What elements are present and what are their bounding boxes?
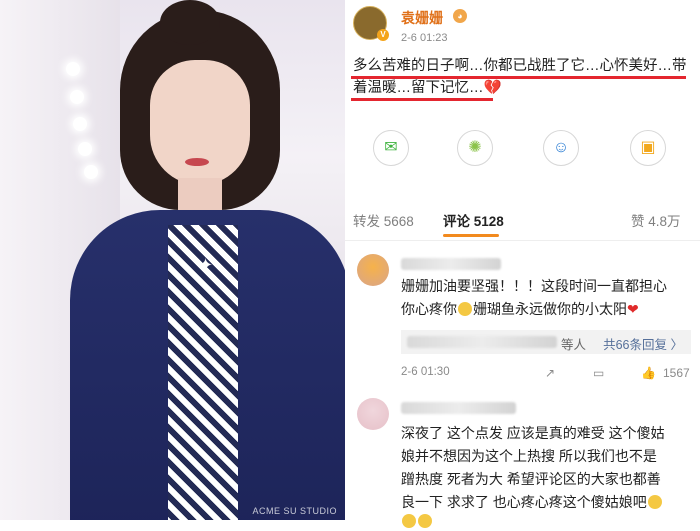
heart-icon: ❤ [627, 301, 639, 317]
photo-watermark: ACME SU STUDIO [252, 506, 337, 516]
photo-hair-bun [160, 0, 220, 45]
emoji-row [401, 513, 433, 531]
wechat-icon[interactable]: ✉ [373, 130, 409, 166]
cry-emoji-icon [647, 495, 662, 509]
photo-lips [185, 158, 209, 166]
photo-pendant: ✦ [198, 255, 214, 275]
photo-light [70, 90, 84, 104]
emoji-icon [418, 514, 432, 528]
comment-text: 深夜了 这个点发 应该是真的难受 这个傻姑 娘并不想因为这个上热搜 所以我们也不… [401, 422, 696, 514]
comment-line: 娘并不想因为这个上热搜 所以我们也不是 [401, 448, 657, 464]
photo-face [150, 60, 250, 185]
tab-repost[interactable]: 转发 5668 [353, 210, 414, 230]
share-icon[interactable]: ↗ [545, 366, 555, 380]
comment-line: 姗姗加油要坚强！！！这段时间一直都担心 [401, 278, 667, 294]
commenter-avatar[interactable] [357, 254, 389, 286]
share-bar: ✉ ✺ ☺ ▣ [345, 120, 700, 180]
comment-line: 深夜了 这个点发 应该是真的难受 这个傻姑 [401, 425, 665, 441]
moments-icon[interactable]: ✺ [457, 130, 493, 166]
red-underline [351, 76, 686, 79]
post-text-line: 多么苦难的日子啊…你都已战胜了它…心怀美好…带 [353, 58, 687, 74]
reply-preview[interactable]: 等人 共66条回复 〉 [401, 330, 691, 354]
red-underline [351, 98, 493, 101]
tab-comment[interactable]: 评论 5128 [443, 210, 504, 230]
qzone-icon[interactable]: ▣ [630, 130, 666, 166]
comment-segment: 姗瑚鱼永远做你的小太阳 [473, 301, 627, 317]
comment-segment: 你心疼你 [401, 301, 457, 317]
post-text-segment: 着温暖…留下记忆… [353, 80, 484, 96]
comment-text: 姗姗加油要坚强！！！这段时间一直都担心 你心疼你 姗瑚鱼永远做你的小太阳❤ [401, 275, 696, 321]
tab-like[interactable]: 赞 4.8万 [631, 210, 681, 230]
qq-icon[interactable]: ☺ [543, 130, 579, 166]
blurred-username [401, 258, 501, 270]
member-icon: ◕ [453, 9, 467, 23]
emoji-icon [402, 514, 416, 528]
blurred-replier [407, 336, 557, 348]
view-replies-link[interactable]: 共66条回复 〉 [603, 334, 683, 353]
like-thumb-icon[interactable]: 👍 [641, 366, 656, 380]
cry-emoji-icon [458, 302, 472, 316]
verified-badge-icon: V [377, 29, 389, 41]
photo-light [84, 165, 98, 179]
reply-who: 等人 [561, 338, 587, 352]
comment-time: 2-6 01:30 [401, 366, 450, 378]
post-time: 2-6 01:23 [401, 32, 448, 44]
comment-line: 蹭热度 死者为大 希望评论区的大家也都善 [401, 471, 661, 487]
photo-light [73, 117, 87, 131]
weibo-panel: V 袁姗姗 ◕ 2-6 01:23 多么苦难的日子啊…你都已战胜了它…心怀美好…… [345, 0, 700, 528]
photo-light [66, 62, 80, 76]
post-photo[interactable]: ✦ ACME SU STUDIO [0, 0, 345, 520]
comment-icon[interactable]: ▭ [593, 366, 604, 380]
comment-line: 良一下 求求了 也心疼心疼这个傻姑娘吧 [401, 491, 696, 514]
commenter-avatar[interactable] [357, 398, 389, 430]
broken-heart-icon: 💔 [483, 80, 502, 96]
comment-line: 你心疼你 姗瑚鱼永远做你的小太阳❤ [401, 298, 696, 321]
username[interactable]: 袁姗姗 [401, 8, 443, 28]
blurred-username [401, 402, 516, 414]
post-text-line: 着温暖…留下记忆…💔 [353, 77, 693, 99]
comment-like-count: 1567 [663, 366, 690, 380]
comment-segment: 良一下 求求了 也心疼心疼这个傻姑娘吧 [401, 494, 647, 510]
active-tab-indicator [443, 234, 499, 237]
interaction-tabs: 转发 5668 评论 5128 赞 4.8万 [345, 200, 700, 241]
photo-light [78, 142, 92, 156]
